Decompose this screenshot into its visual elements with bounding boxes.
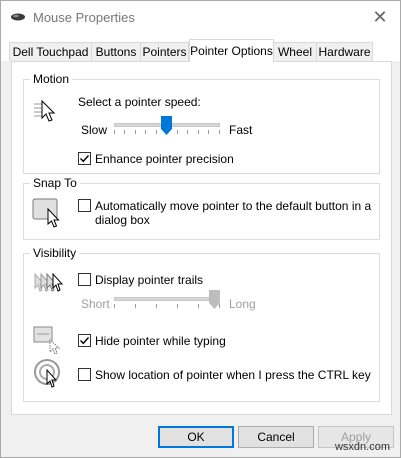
close-icon: ✕ <box>372 7 388 27</box>
mouse-properties-dialog: Mouse Properties ✕ Dell Touchpad Buttons… <box>0 0 401 458</box>
motion-group-label: Motion <box>30 72 73 86</box>
window-title: Mouse Properties <box>33 10 135 25</box>
enhance-precision-label: Enhance pointer precision <box>95 152 234 166</box>
snap-to-group-label: Snap To <box>30 176 80 190</box>
tab-dell-touchpad[interactable]: Dell Touchpad <box>9 42 92 61</box>
cancel-button[interactable]: Cancel <box>238 426 314 448</box>
hide-pointer-label: Hide pointer while typing <box>95 334 226 348</box>
snap-to-group: Snap To Automatically move pointer to th… <box>23 176 380 240</box>
ok-button[interactable]: OK <box>158 426 234 448</box>
close-button[interactable]: ✕ <box>368 5 392 29</box>
snap-to-icon <box>32 196 66 231</box>
speed-label: Select a pointer speed: <box>78 95 201 109</box>
pointer-options-panel: Motion Select a pointer speed: Slow Fast <box>11 61 392 415</box>
fast-label: Fast <box>229 123 253 137</box>
show-location-label: Show location of pointer when I press th… <box>95 368 371 382</box>
tab-buttons[interactable]: Buttons <box>91 42 141 61</box>
mouse-icon <box>10 11 26 26</box>
tab-hardware[interactable]: Hardware <box>316 42 373 61</box>
slow-label: Slow <box>81 123 108 137</box>
tab-wheel[interactable]: Wheel <box>273 42 317 61</box>
pointer-trails-checkbox[interactable] <box>78 273 91 286</box>
long-label: Long <box>229 297 256 311</box>
enhance-precision-checkbox[interactable] <box>78 152 91 165</box>
pointer-speed-icon <box>32 98 58 127</box>
pointer-trails-slider[interactable] <box>114 290 220 312</box>
pointer-trails-label: Display pointer trails <box>95 273 204 287</box>
snap-to-label-line1: Automatically move pointer to the defaul… <box>95 199 372 213</box>
hide-pointer-icon <box>32 324 66 357</box>
snap-to-label-line2: dialog box <box>95 213 150 227</box>
tab-pointers[interactable]: Pointers <box>140 42 189 61</box>
hide-pointer-checkbox[interactable] <box>78 334 91 347</box>
visibility-group: Visibility Display pointer trails Short … <box>23 246 380 402</box>
pointer-speed-slider[interactable] <box>114 116 220 138</box>
title-bar: Mouse Properties ✕ <box>1 1 400 33</box>
tab-strip: Dell Touchpad Buttons Pointers Pointer O… <box>1 33 400 62</box>
pointer-trails-icon <box>32 270 66 299</box>
tab-pointer-options[interactable]: Pointer Options <box>189 39 274 62</box>
short-label: Short <box>81 297 110 311</box>
visibility-group-label: Visibility <box>30 246 80 260</box>
trails-slider-ticks <box>114 304 220 308</box>
snap-to-default-checkbox[interactable] <box>78 199 91 212</box>
show-location-checkbox[interactable] <box>78 368 91 381</box>
speed-slider-thumb[interactable] <box>161 116 172 135</box>
trails-slider-thumb[interactable] <box>209 290 220 309</box>
trails-slider-track <box>114 297 220 301</box>
motion-group: Motion Select a pointer speed: Slow Fast <box>23 72 380 174</box>
watermark: wsxdn.com <box>334 441 390 453</box>
show-location-icon <box>32 357 66 394</box>
